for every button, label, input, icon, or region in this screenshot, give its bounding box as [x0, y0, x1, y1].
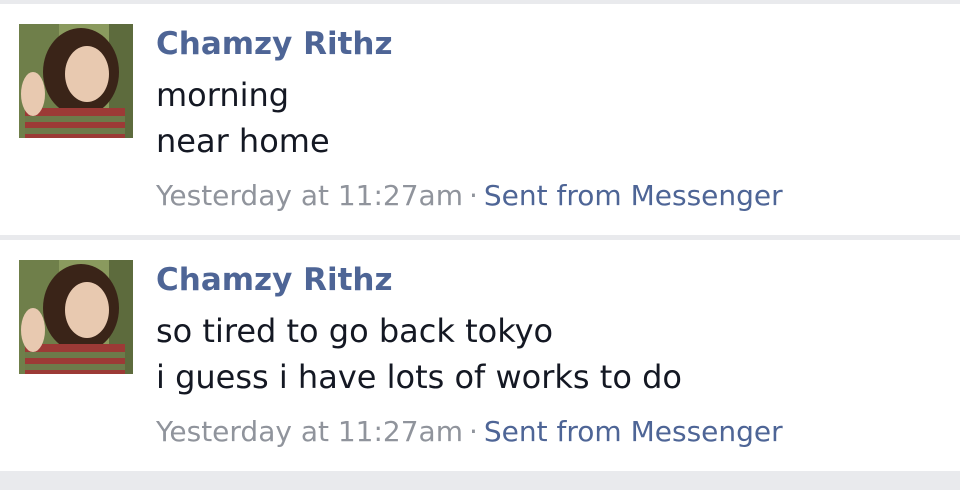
avatar[interactable] [19, 24, 133, 138]
meta-separator: · [469, 179, 478, 212]
avatar-photo-icon [19, 260, 133, 374]
avatar-photo-icon [19, 24, 133, 138]
message-item: Chamzy Rithz so tired to go back tokyo i… [0, 240, 960, 471]
sent-from-messenger-link[interactable]: Sent from Messenger [484, 179, 783, 212]
message-text-line: morning [156, 76, 290, 114]
message-text-line: i guess i have lots of works to do [156, 358, 682, 396]
message-timestamp[interactable]: Yesterday at 11:27am [156, 415, 463, 448]
sent-from-messenger-link[interactable]: Sent from Messenger [484, 415, 783, 448]
message-meta: Yesterday at 11:27am · Sent from Messenger [156, 179, 783, 212]
sender-name-link[interactable]: Chamzy Rithz [156, 262, 393, 298]
message-text-line: so tired to go back tokyo [156, 312, 554, 350]
message-item: Chamzy Rithz morning near home Yesterday… [0, 4, 960, 235]
message-meta: Yesterday at 11:27am · Sent from Messenger [156, 415, 783, 448]
avatar[interactable] [19, 260, 133, 374]
meta-separator: · [469, 415, 478, 448]
message-text-line: near home [156, 122, 330, 160]
sender-name-link[interactable]: Chamzy Rithz [156, 26, 393, 62]
message-thread: Chamzy Rithz morning near home Yesterday… [0, 0, 960, 490]
message-timestamp[interactable]: Yesterday at 11:27am [156, 179, 463, 212]
